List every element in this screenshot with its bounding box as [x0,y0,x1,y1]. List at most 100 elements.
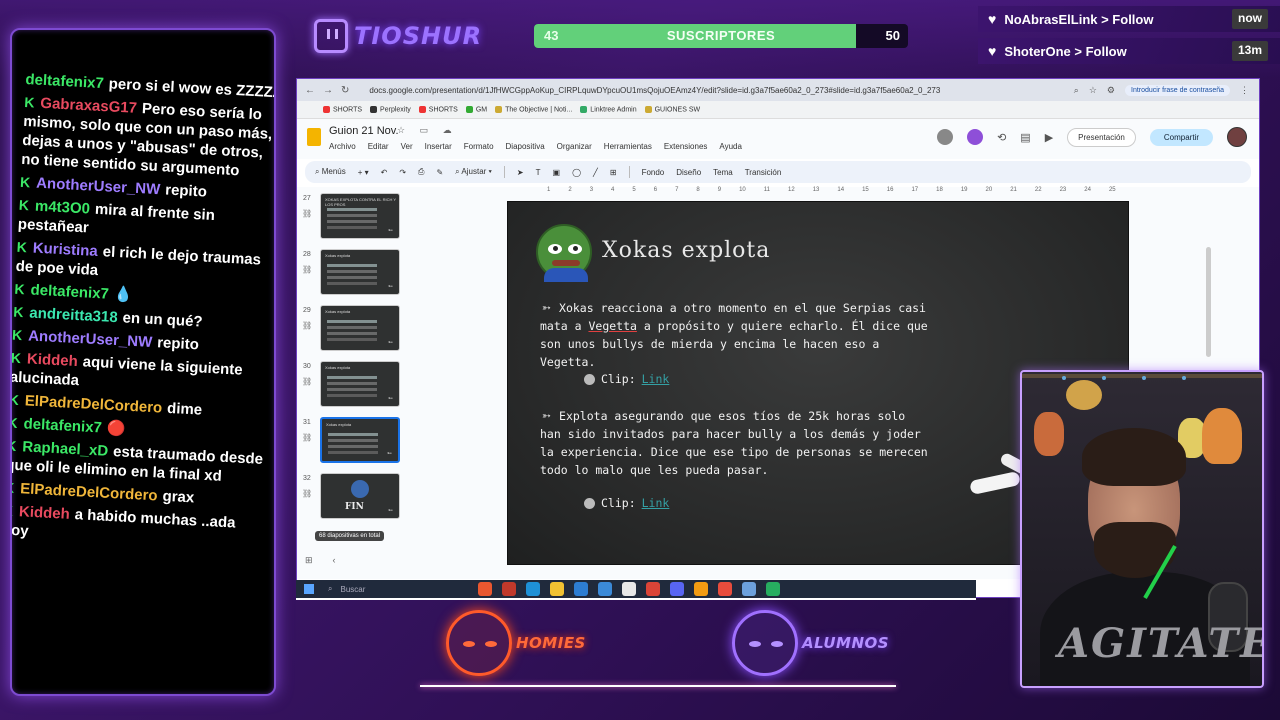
app-icon[interactable] [766,582,780,596]
store-icon[interactable] [574,582,588,596]
slides-logo-icon[interactable] [307,128,321,146]
paint-format-icon[interactable]: ✎ [436,168,443,177]
obs-icon[interactable] [622,582,636,596]
menu-editar[interactable]: Editar [368,142,389,151]
menu-archivo[interactable]: Archivo [329,142,356,151]
bookmark-item[interactable]: SHORTS [418,105,458,113]
collaborator-avatar[interactable] [967,129,984,145]
print-icon[interactable]: ⎙ [418,167,424,177]
menu-ayuda[interactable]: Ayuda [719,142,742,151]
folder-icon[interactable]: ▭ [420,125,435,135]
chrome-canary-icon[interactable] [694,582,708,596]
discord-icon[interactable] [670,582,684,596]
chat-username[interactable]: ElPadreDelCordero [20,480,158,504]
url-input[interactable]: docs.google.com/presentation/d/1JfHWCGpp… [369,86,940,95]
outlook-icon[interactable] [598,582,612,596]
account-avatar[interactable] [1227,127,1247,147]
forward-icon[interactable]: → [323,85,333,96]
search-menus-button[interactable]: ⌕ Menús [315,167,346,177]
history-icon[interactable]: ⟲ [997,131,1006,144]
grid-view-icon[interactable]: ⊞ [305,555,313,566]
windows-start-icon[interactable] [304,584,314,594]
image-icon[interactable]: ▣ [553,168,561,177]
zoom-dropdown[interactable]: ⌕ Ajustar ▾ [455,167,492,177]
transition-button[interactable]: Transición [745,168,782,177]
brave-icon[interactable] [478,582,492,596]
comment-add-icon[interactable]: ⊞ [610,168,617,177]
chat-username[interactable]: deltafenix7 [25,71,104,92]
star-icon[interactable]: ☆ [1089,85,1097,96]
password-chip[interactable]: Introducir frase de contraseña [1125,84,1230,96]
bookmark-item[interactable]: GM [465,105,487,113]
back-icon[interactable]: ← [305,85,315,96]
slide-paragraph[interactable]: ➳ Explota asegurando que esos tíos de 25k… [540,406,928,479]
chat-username[interactable]: GabraxasG17 [40,95,137,117]
slide-paragraph[interactable]: ➳ Xokas reacciona a otro momento en el qu… [540,298,928,371]
slide-title[interactable]: Xokas explota [602,238,770,263]
menu-diapositiva[interactable]: Diapositiva [506,142,545,151]
chat-username[interactable]: AnotherUser_NW [36,175,161,198]
pokeball-icon[interactable] [718,582,732,596]
slide-thumbnail[interactable]: Xokas explota ➳ [320,305,400,351]
chat-username[interactable]: deltafenix7 [23,415,102,436]
chat-username[interactable]: m4t3O0 [35,198,91,218]
edge-icon[interactable] [526,582,540,596]
chat-username[interactable]: andreitta318 [29,305,118,327]
app-icon[interactable] [742,582,756,596]
vertical-scrollbar[interactable] [1206,247,1211,357]
menu-herramientas[interactable]: Herramientas [604,142,652,151]
folder-icon[interactable] [550,582,564,596]
chrome-icon[interactable] [646,582,660,596]
chat-username[interactable]: Kuristina [32,240,98,260]
menu-organizar[interactable]: Organizar [557,142,592,151]
video-call-icon[interactable]: ▶ [1045,131,1053,144]
clip-link[interactable]: Link [642,496,670,510]
star-icon[interactable]: ☆ [397,125,411,135]
chat-username[interactable]: AnotherUser_NW [28,327,153,350]
menu-icon[interactable]: ⋮ [1240,85,1249,96]
chat-username[interactable]: deltafenix7 [30,282,109,303]
slide-thumbnail-row[interactable]: 27 ⛓ XOKAS EXPLOTA CONTRA EL RICH Y LOS PR… [297,193,409,243]
shape-icon[interactable]: ◯ [572,168,581,177]
chat-username[interactable]: Kiddeh [19,503,71,523]
extensions-icon[interactable]: ⚙ [1107,85,1115,96]
bookmark-item[interactable]: GUIONES SW [644,105,700,113]
bookmark-item[interactable]: Linktree Admin [580,105,637,113]
slide-thumbnail-row[interactable]: 29 ⛓ Xokas explota ➳ [297,305,409,355]
slide-thumbnail[interactable]: Xokas explota ➳ [320,417,400,463]
layout-button[interactable]: Diseño [676,168,701,177]
chat-username[interactable]: Raphael_xD [22,438,109,459]
opera-icon[interactable] [502,582,516,596]
comment-icon[interactable]: ▤ [1020,131,1030,144]
bookmark-item[interactable]: The Objective | Noti... [495,105,572,113]
slide-thumbnail[interactable]: Xokas explota ➳ [320,361,400,407]
redo-icon[interactable]: ↷ [399,168,406,177]
share-button[interactable]: Compartir [1149,128,1213,146]
bookmark-item[interactable]: SHORTS [323,105,362,113]
zoom-icon[interactable]: ⌕ [1074,85,1079,96]
taskbar-search[interactable]: ⌕ Buscar [328,584,458,594]
slide-thumbnail[interactable]: Xokas explota ➳ [320,249,400,295]
bookmark-item[interactable]: Perplexity [370,105,411,113]
slide-thumbnail-row[interactable]: 28 ⛓ Xokas explota ➳ [297,249,409,299]
add-icon[interactable]: + ▾ [358,168,369,177]
undo-icon[interactable]: ↶ [381,168,388,177]
menu-insertar[interactable]: Insertar [425,142,452,151]
theme-button[interactable]: Tema [713,168,733,177]
cloud-icon[interactable]: ☁ [443,125,458,135]
chat-username[interactable]: ElPadreDelCordero [24,392,162,416]
slide-thumbnail-row[interactable]: 32 ⛓ FIN ➳ [297,473,409,523]
slide-thumbnail-row[interactable]: 31 ⛓ Xokas explota ➳ [297,417,409,467]
collaborator-avatar[interactable] [937,129,954,145]
menu-formato[interactable]: Formato [464,142,494,151]
menu-ver[interactable]: Ver [401,142,413,151]
slide-thumbnail[interactable]: FIN ➳ [320,473,400,519]
text-box-icon[interactable]: T [536,168,541,177]
clip-link[interactable]: Link [642,372,670,386]
select-icon[interactable]: ➤ [517,168,524,177]
background-button[interactable]: Fondo [642,168,665,177]
chat-username[interactable]: Kiddeh [27,350,79,370]
reload-icon[interactable]: ↻ [341,85,349,96]
collapse-icon[interactable]: ‹ [333,555,336,566]
line-icon[interactable]: ╱ [593,168,598,177]
